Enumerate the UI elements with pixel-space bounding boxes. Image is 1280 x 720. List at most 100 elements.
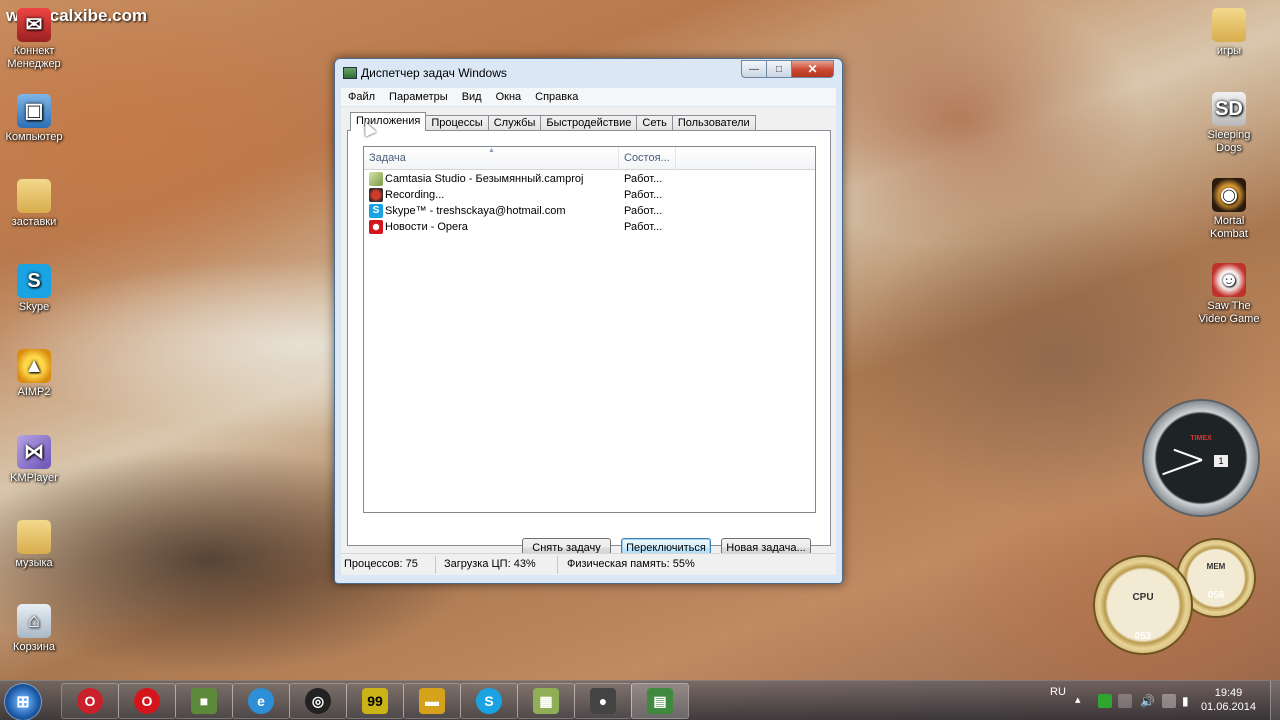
menu-help[interactable]: Справка <box>528 91 585 103</box>
skype-icon: S <box>369 204 383 218</box>
task-status: Работ... <box>624 205 663 217</box>
volume-icon[interactable]: 🔊 <box>1140 694 1155 708</box>
title-bar[interactable]: Диспетчер задач Windows — □ ✕ <box>335 59 842 87</box>
taskbar-item-skype[interactable]: S <box>460 683 518 719</box>
desktop-icon-aimp2[interactable]: ▲ AIMP2 <box>0 349 72 399</box>
task-row[interactable]: Camtasia Studio - Безымянный.camproj Раб… <box>364 171 815 187</box>
cpu-gauge-label: CPU <box>1132 592 1154 603</box>
desktop-icon-label: Корзина <box>13 641 55 653</box>
desktop-icon-zastavki[interactable]: заставки <box>0 179 72 229</box>
obs-icon: ◎ <box>305 688 331 714</box>
recorder-tray-icon[interactable] <box>1162 694 1176 708</box>
desktop-icon-recycle-bin[interactable]: ⌂ Корзина <box>0 604 72 654</box>
desktop-icon-skype[interactable]: S Skype <box>0 264 72 314</box>
taskbar-item-minecraft[interactable]: ■ <box>175 683 233 719</box>
folder-icon <box>1212 8 1246 42</box>
clock-date: 1 <box>1214 455 1228 467</box>
tray-date: 01.06.2014 <box>1200 701 1256 713</box>
show-desktop-button[interactable] <box>1270 681 1280 720</box>
maximize-button[interactable]: □ <box>766 60 792 78</box>
clock-brand-text: TIMEX <box>1190 435 1212 442</box>
taskbar-item-opera[interactable]: O <box>118 683 176 719</box>
taskbar-item-camtasia[interactable]: ▦ <box>517 683 575 719</box>
task-list[interactable]: Задача ▲ Состоя... Camtasia Studio - Без… <box>363 146 816 513</box>
taskbar-item-car-game[interactable]: ▬ <box>403 683 461 719</box>
menu-windows[interactable]: Окна <box>489 91 529 103</box>
desktop-icon-kmplayer[interactable]: ⋈ KMPlayer <box>0 435 72 485</box>
taskbar-item-nfs[interactable]: 99 <box>346 683 404 719</box>
status-separator <box>435 556 436 574</box>
desktop-icon-sleeping-dogs[interactable]: SD Sleeping Dogs <box>1191 92 1267 155</box>
task-status: Работ... <box>624 189 663 201</box>
tab-networking[interactable]: Сеть <box>636 115 673 131</box>
tab-services[interactable]: Службы <box>487 115 542 131</box>
task-row[interactable]: S Skype™ - treshsckaya@hotmail.com Работ… <box>364 203 815 219</box>
desktop-icon-saw[interactable]: ☻ Saw The Video Game <box>1191 263 1267 326</box>
taskbar-item-task-manager[interactable]: ▤ <box>631 683 689 719</box>
desktop-icon-label: AIMP2 <box>17 386 51 398</box>
taskbar-item-recorder[interactable]: ● <box>574 683 632 719</box>
opera-icon: O <box>134 688 160 714</box>
menu-options[interactable]: Параметры <box>382 91 455 103</box>
system-tray: RU ▴ 🔊 ▮ 19:49 01.06.2014 <box>1030 681 1280 720</box>
cpu-gauge-gadget[interactable]: CPU 053 <box>1093 555 1193 655</box>
opera-next-icon: O <box>77 688 103 714</box>
status-cpu-usage: Загрузка ЦП: 43% <box>444 558 536 570</box>
menu-file[interactable]: Файл <box>341 91 382 103</box>
car-game-icon: ▬ <box>419 688 445 714</box>
task-row[interactable]: Новости - Opera Работ... <box>364 219 815 235</box>
taskbar: ⊞ O O ■ e ◎ 99 ▬ S ▦ ● ▤ RU ▴ 🔊 ▮ 19:49 <box>0 680 1280 720</box>
applications-panel: Задача ▲ Состоя... Camtasia Studio - Без… <box>347 130 831 558</box>
status-separator <box>557 556 558 574</box>
start-button[interactable]: ⊞ <box>4 683 42 720</box>
internet-explorer-icon: e <box>248 688 274 714</box>
tray-expand-icon[interactable]: ▴ <box>1075 693 1081 706</box>
kmplayer-icon: ⋈ <box>17 435 51 469</box>
tab-users[interactable]: Пользователи <box>671 115 756 131</box>
sleeping-dogs-icon: SD <box>1212 92 1246 126</box>
desktop-icon-label: Коннект Менеджер <box>7 45 61 70</box>
tab-performance[interactable]: Быстродействие <box>540 115 638 131</box>
desktop-icon-label: Skype <box>18 301 50 313</box>
desktop-icon-muzyka[interactable]: музыка <box>0 520 72 570</box>
status-processes: Процессов: 75 <box>344 558 418 570</box>
tray-app-icon[interactable] <box>1118 694 1132 708</box>
task-name: Skype™ - treshsckaya@hotmail.com <box>385 205 566 217</box>
task-status: Работ... <box>624 173 663 185</box>
recording-icon <box>369 188 383 202</box>
taskbar-item-opera-next[interactable]: O <box>61 683 119 719</box>
desktop-icon-computer[interactable]: ▣ Компьютер <box>0 94 72 144</box>
taskbar-item-obs[interactable]: ◎ <box>289 683 347 719</box>
column-header-status[interactable]: Состоя... <box>619 147 676 170</box>
nfs-icon: 99 <box>362 688 388 714</box>
minimize-button[interactable]: — <box>741 60 767 78</box>
task-manager-window[interactable]: Диспетчер задач Windows — □ ✕ Файл Парам… <box>334 58 843 584</box>
task-row[interactable]: Recording... Работ... <box>364 187 815 203</box>
saw-icon: ☻ <box>1212 263 1246 297</box>
network-indicator-icon[interactable] <box>1098 694 1112 708</box>
memory-gauge-label: MEM <box>1206 562 1226 571</box>
desktop-icon-igry[interactable]: игры <box>1191 8 1267 58</box>
menu-view[interactable]: Вид <box>455 91 489 103</box>
opera-icon <box>369 220 383 234</box>
sort-arrow-icon: ▲ <box>488 147 495 154</box>
close-button[interactable]: ✕ <box>791 60 834 78</box>
cpu-gauge-value: 053 <box>1134 631 1152 642</box>
clock-gadget[interactable]: TIMEX 1 <box>1142 399 1260 517</box>
desktop-icon-label: Saw The Video Game <box>1198 300 1260 325</box>
task-status: Работ... <box>624 221 663 233</box>
skype-icon: S <box>17 264 51 298</box>
desktop-icon-label: Sleeping Dogs <box>1207 129 1251 154</box>
tray-clock[interactable]: 19:49 01.06.2014 <box>1201 686 1256 714</box>
signal-icon[interactable]: ▮ <box>1182 694 1196 708</box>
desktop-icon-connect-manager[interactable]: ✉ Коннект Менеджер <box>0 8 72 71</box>
tab-processes[interactable]: Процессы <box>425 115 489 131</box>
status-physical-memory: Физическая память: 55% <box>567 558 695 570</box>
taskbar-item-internet-explorer[interactable]: e <box>232 683 290 719</box>
language-indicator[interactable]: RU <box>1050 686 1066 698</box>
connect-manager-icon: ✉ <box>17 8 51 42</box>
desktop-icon-label: KMPlayer <box>10 472 58 484</box>
desktop-icon-mortal-kombat[interactable]: ◉ Mortal Kombat <box>1191 178 1267 241</box>
desktop-icon-label: заставки <box>11 216 57 228</box>
mortal-kombat-icon: ◉ <box>1212 178 1246 212</box>
